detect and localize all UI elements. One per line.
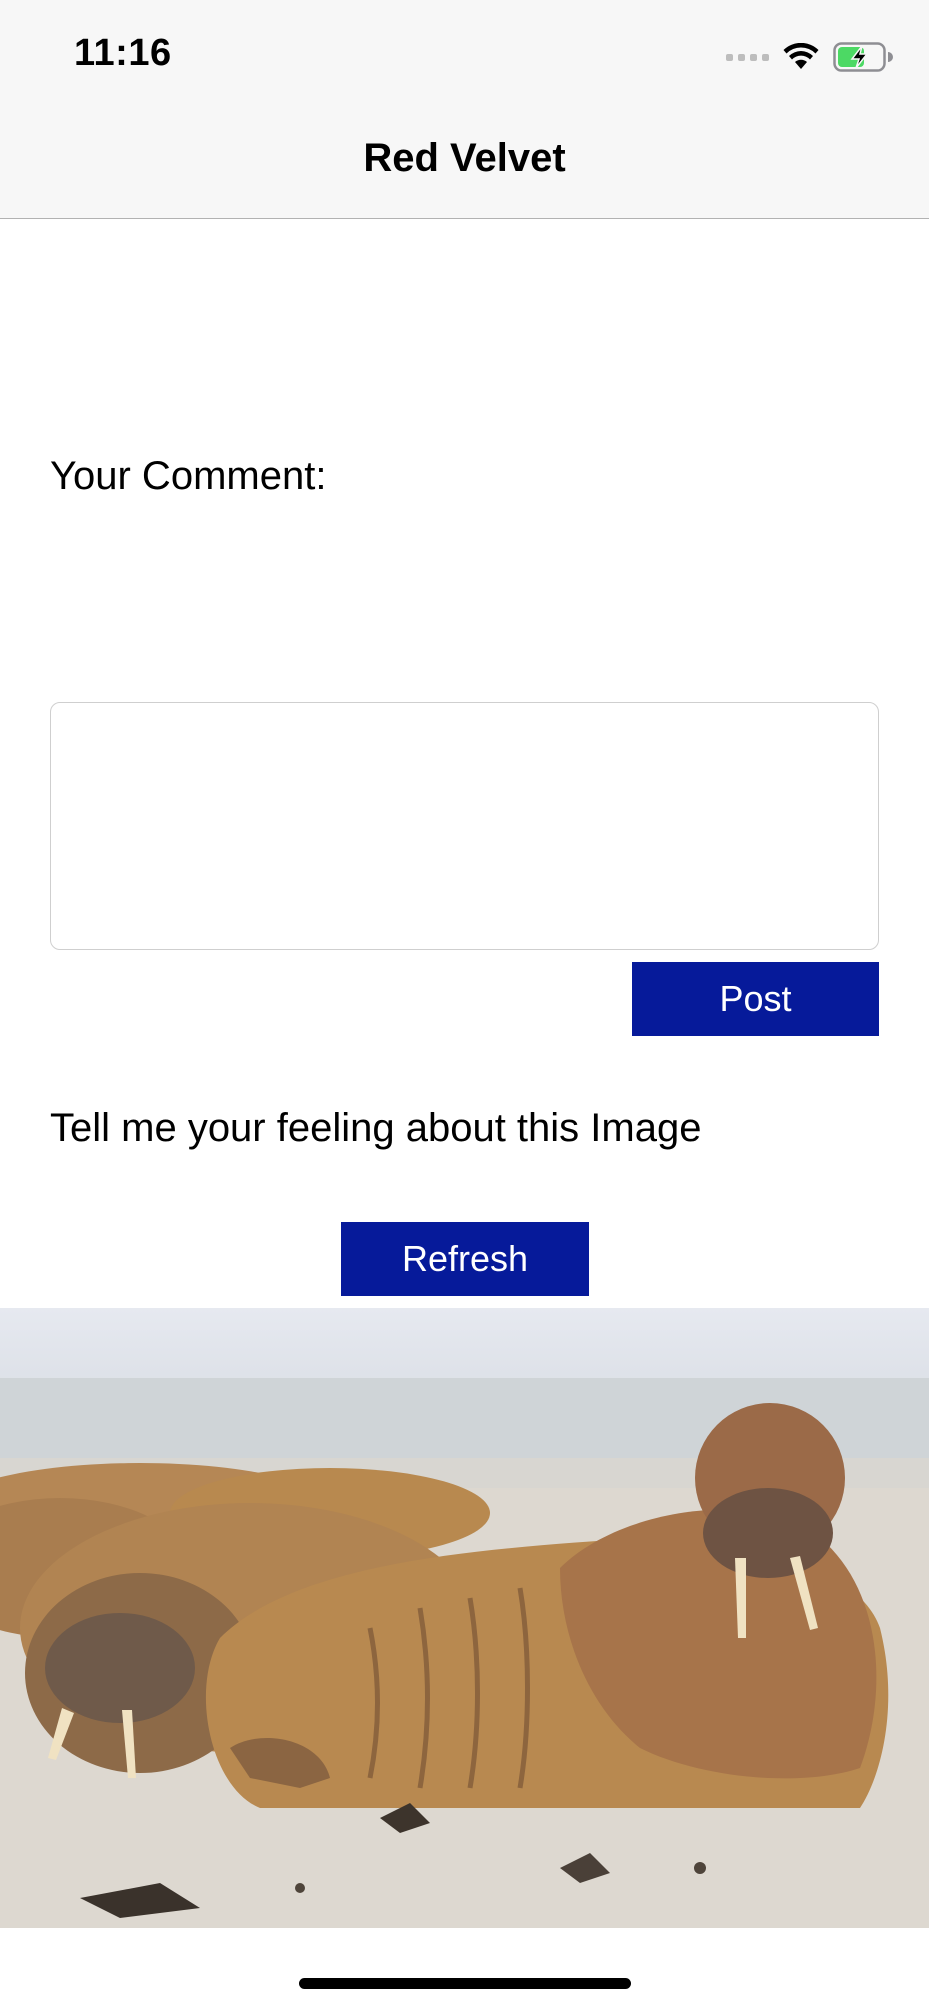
walrus-photo: [0, 1308, 929, 1928]
navigation-bar: 11:16 Red Velvet: [0, 0, 929, 219]
feeling-prompt: Tell me your feeling about this Image: [50, 1106, 702, 1150]
status-time: 11:16: [74, 32, 172, 74]
post-button[interactable]: Post: [632, 962, 879, 1036]
comment-label: Your Comment:: [50, 454, 327, 498]
cellular-signal-icon: [726, 53, 769, 61]
app-screen: 11:16 Red Velvet Your Comment: Post Tell…: [0, 0, 929, 2012]
battery-charging-icon: [833, 42, 893, 72]
status-icons: [726, 40, 893, 74]
comment-input[interactable]: [50, 702, 879, 950]
home-indicator[interactable]: [299, 1978, 631, 1989]
refresh-button[interactable]: Refresh: [341, 1222, 589, 1296]
page-title: Red Velvet: [363, 136, 566, 180]
wifi-icon: [783, 43, 819, 69]
